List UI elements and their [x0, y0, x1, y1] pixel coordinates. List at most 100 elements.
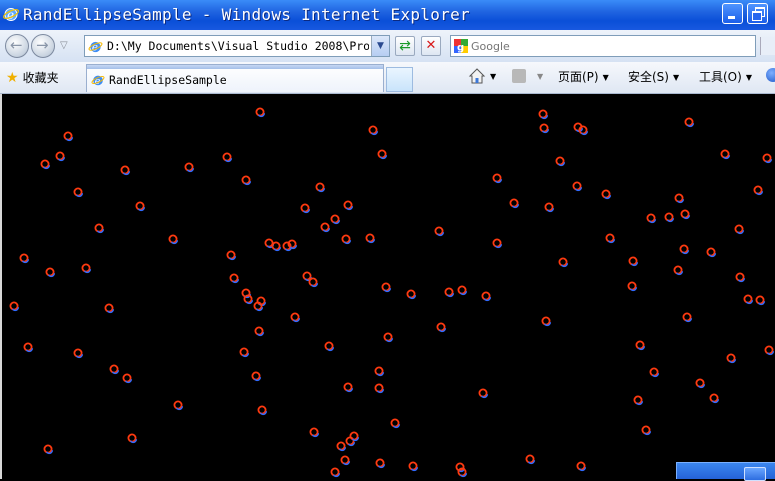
tools-menu-label: 工具(O)	[699, 70, 742, 84]
ellipse-ring	[222, 152, 233, 163]
forward-button[interactable]: →	[31, 34, 55, 58]
ellipse-ring	[330, 467, 341, 478]
ellipse-ring	[251, 371, 262, 382]
ellipse-ring	[290, 312, 301, 323]
ellipse-ring	[764, 345, 775, 356]
ellipse-ring	[226, 250, 237, 261]
ellipse-ring	[381, 282, 392, 293]
ellipse-ring	[300, 203, 311, 214]
window-title: RandEllipseSample - Windows Internet Exp…	[23, 5, 470, 24]
help-icon[interactable]	[766, 68, 775, 82]
minimize-button[interactable]	[722, 3, 743, 24]
safety-menu-label: 安全(S)	[628, 70, 669, 84]
ellipse-ring	[680, 209, 691, 220]
ellipse-ring	[673, 265, 684, 276]
ellipse-ring	[45, 267, 56, 278]
home-icon[interactable]	[468, 67, 486, 85]
page-menu[interactable]: 页面(P) ▼	[558, 68, 609, 85]
ellipse-ring	[336, 441, 347, 452]
tab-randellipsesample[interactable]: e RandEllipseSample	[86, 64, 384, 92]
ellipse-ring	[734, 224, 745, 235]
ellipse-ring	[81, 263, 92, 274]
favorites-button[interactable]: ★ 收藏夹	[6, 69, 59, 86]
ellipse-ring	[173, 400, 184, 411]
ellipse-ring	[444, 287, 455, 298]
ellipse-ring	[525, 454, 536, 465]
ellipse-ring	[229, 273, 240, 284]
ellipse-ring	[649, 367, 660, 378]
ellipse-ring	[478, 388, 489, 399]
ellipse-ring	[94, 223, 105, 234]
refresh-button[interactable]: ⇄	[395, 36, 415, 56]
svg-text:g: g	[457, 43, 464, 54]
ellipse-ring	[374, 366, 385, 377]
ie-logo-icon: e	[3, 8, 19, 22]
ellipse-ring	[755, 295, 766, 306]
safety-menu[interactable]: 安全(S) ▼	[628, 68, 679, 85]
ellipse-ring	[40, 159, 51, 170]
tools-menu[interactable]: 工具(O) ▼	[699, 68, 752, 85]
ellipse-ring	[340, 455, 351, 466]
ellipse-ring	[627, 281, 638, 292]
ellipse-ring	[481, 291, 492, 302]
address-dropdown[interactable]: ▼	[371, 36, 389, 56]
ellipse-ring	[63, 131, 74, 142]
tab-label: RandEllipseSample	[109, 73, 227, 87]
ellipse-ring	[646, 213, 657, 224]
ellipse-ring	[168, 234, 179, 245]
stop-icon: ✕	[425, 38, 437, 53]
stop-button[interactable]: ✕	[421, 36, 441, 56]
ellipse-ring	[762, 153, 773, 164]
ellipse-ring	[455, 462, 466, 473]
ellipse-ring	[434, 226, 445, 237]
ellipse-ring	[343, 200, 354, 211]
ellipse-ring	[633, 395, 644, 406]
ellipse-ring	[239, 347, 250, 358]
taskbar-peek	[676, 462, 775, 481]
ellipse-ring	[73, 187, 84, 198]
ellipse-ring	[726, 353, 737, 364]
back-button[interactable]: ←	[5, 34, 29, 58]
tab-command-bar: ★ 收藏夹 e RandEllipseSample ▼ ▼ 页面(P) ▼ 安全(S…	[0, 62, 775, 94]
ellipse-ring	[541, 316, 552, 327]
ellipse-ring	[184, 162, 195, 173]
ellipse-ring	[753, 185, 764, 196]
search-box[interactable]: g	[450, 35, 756, 57]
ellipse-ring	[309, 427, 320, 438]
address-bar[interactable]: e D:\My Documents\Visual Studio 2008\Pro…	[84, 35, 390, 57]
navigation-bar: ← → ▽ e D:\My Documents\Visual Studio 20…	[0, 30, 775, 62]
star-icon: ★	[6, 70, 19, 86]
rss-feed-icon[interactable]	[512, 69, 526, 83]
ellipse-ring	[368, 125, 379, 136]
ellipse-ring	[492, 238, 503, 249]
ellipse-ring	[349, 431, 360, 442]
ellipse-ring	[135, 201, 146, 212]
ellipse-ring	[365, 233, 376, 244]
ellipse-ring	[377, 149, 388, 160]
ellipse-ring	[73, 348, 84, 359]
ellipse-ring	[127, 433, 138, 444]
ellipse-ring	[509, 198, 520, 209]
ellipse-ring	[122, 373, 133, 384]
back-arrow-icon: ←	[10, 36, 23, 54]
ellipse-ring	[605, 233, 616, 244]
feeds-dropdown[interactable]: ▼	[537, 72, 543, 81]
address-url: D:\My Documents\Visual Studio 2008\Pro	[107, 39, 369, 53]
maximize-button[interactable]	[747, 3, 768, 24]
ellipse-ring	[706, 247, 717, 258]
ellipse-ring	[576, 461, 587, 472]
new-tab-button[interactable]	[386, 67, 413, 92]
ellipse-ring	[628, 256, 639, 267]
history-dropdown[interactable]: ▽	[60, 40, 68, 51]
ellipse-ring	[390, 418, 401, 429]
ellipse-ring	[241, 175, 252, 186]
page-menu-label: 页面(P)	[558, 70, 599, 84]
ellipse-ring	[104, 303, 115, 314]
ellipse-ring	[406, 289, 417, 300]
home-dropdown[interactable]: ▼	[490, 72, 496, 81]
ie-tab-icon: e	[91, 75, 105, 87]
ellipse-ring	[23, 342, 34, 353]
search-input[interactable]	[471, 37, 741, 55]
search-go-button[interactable]	[760, 37, 775, 55]
ellipse-ring	[330, 214, 341, 225]
